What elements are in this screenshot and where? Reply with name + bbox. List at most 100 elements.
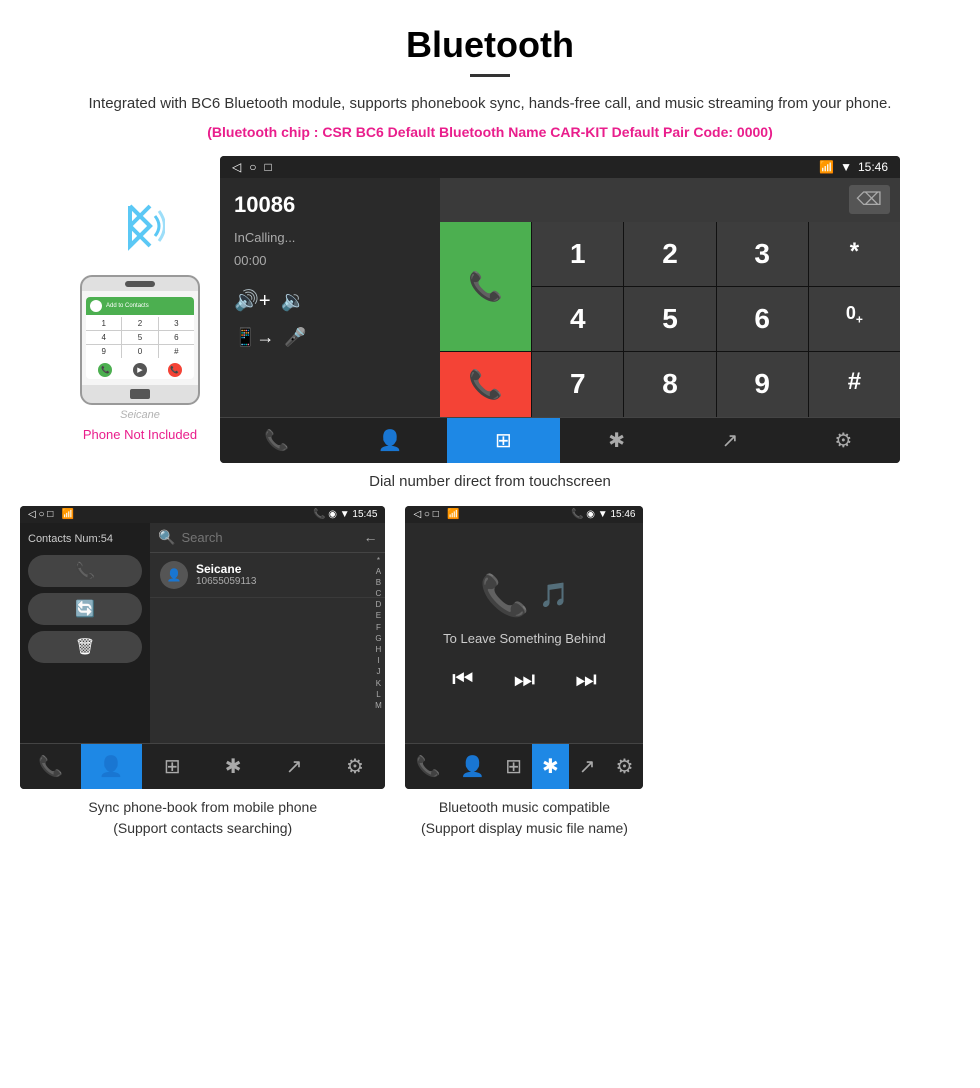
music-phone-icon: 📞 [480,572,530,619]
music-nav-contacts[interactable]: 👤 [450,744,495,789]
music-note-icon: 🎵 [539,581,569,610]
statusbar-system-icons: 📶 ▼ 15:46 [819,160,888,174]
key-7[interactable]: 7 [532,352,623,417]
main-caption: Dial number direct from touchscreen [0,473,980,490]
contacts-sync-btn[interactable]: 🔄 [28,593,142,625]
music-next-button[interactable]: ⏭ [575,666,597,694]
volume-down-icon[interactable]: 🔉 [281,288,306,313]
contacts-nav-dialpad[interactable]: ⊞ [142,744,203,789]
contacts-search-bar: 🔍 ← [150,523,385,553]
music-caption: Bluetooth music compatible (Support disp… [405,797,643,839]
page-header: Bluetooth Integrated with BC6 Bluetooth … [0,0,980,156]
phone-end-button[interactable]: 📞 [168,363,182,377]
backspace-button[interactable]: ⌫ [849,185,890,214]
dial-left-panel: 10086 InCalling... 00:00 🔊+ 🔉 📱→ 🎤 [220,178,440,417]
contacts-delete-btn[interactable]: 🗑 [28,631,142,663]
phone-key-1: 1 [86,317,121,330]
contacts-statusbar: ◁ ○ □ 📶 📞 ◉ ▼ 15:45 [20,506,385,523]
dial-other-controls: 📱→ 🎤 [234,327,426,348]
music-nav-calls[interactable]: 📞 [405,744,450,789]
music-nav-dialpad[interactable]: ⊞ [495,744,532,789]
dial-input-field[interactable] [450,184,841,216]
bluetooth-icon [115,196,165,265]
dial-volume-controls: 🔊+ 🔉 [234,288,426,313]
contact-number: 10655059113 [196,576,256,587]
music-body: 📞 🎵 To Leave Something Behind ⏮ ⏭ ⏭ [405,523,643,743]
contacts-screenshot: ◁ ○ □ 📶 📞 ◉ ▼ 15:45 Contacts Num:54 📞 🔄 … [20,506,385,789]
contacts-main: 🔍 ← 👤 Seicane 10655059113 *ABCDE [150,523,385,743]
dial-status: InCalling... [234,230,426,245]
music-nav-bluetooth[interactable]: ✱ [532,744,569,789]
key-0plus[interactable]: 0+ [809,287,900,351]
page-title: Bluetooth [80,24,900,66]
contacts-alpha-index: *ABCDE FGHIJK LM [371,553,385,743]
bottom-screenshots-row: ◁ ○ □ 📶 📞 ◉ ▼ 15:45 Contacts Num:54 📞 🔄 … [0,506,980,839]
key-6[interactable]: 6 [717,287,808,351]
contact-item[interactable]: 👤 Seicane 10655059113 [150,553,385,598]
contacts-nav-calls[interactable]: 📞 [20,744,81,789]
key-9[interactable]: 9 [717,352,808,417]
music-play-button[interactable]: ⏭ [514,666,536,694]
key-8[interactable]: 8 [624,352,715,417]
header-specs: (Bluetooth chip : CSR BC6 Default Blueto… [80,124,900,140]
contacts-call-btn[interactable]: 📞 [28,555,142,587]
contacts-nav-contacts[interactable]: 👤 [81,744,142,789]
nav-contacts[interactable]: 👤 [333,418,446,463]
nav-dialpad[interactable]: ⊞ [447,418,560,463]
music-icon-area: 📞 🎵 [480,572,570,619]
contacts-bottom-nav: 📞 👤 ⊞ ✱ ↗ ⚙ [20,743,385,789]
music-prev-button[interactable]: ⏮ [452,666,474,694]
music-statusbar: ◁ ○ □ 📶 📞 ◉ ▼ 15:46 [405,506,643,523]
contacts-search-input[interactable] [181,530,357,545]
mic-icon[interactable]: 🎤 [284,327,306,348]
phone-image: Add to Contacts 1 2 3 4 5 6 9 0 # 📞 [80,275,200,405]
phone-video-button[interactable]: ▶ [133,363,147,377]
key-2[interactable]: 2 [624,222,715,286]
key-1[interactable]: 1 [532,222,623,286]
signal-icon: 📶 [819,160,834,174]
nav-transfer[interactable]: ↗ [673,418,786,463]
contacts-nav-transfer[interactable]: ↗ [264,744,325,789]
transfer-icon[interactable]: 📱→ [234,327,274,348]
key-star[interactable]: * [809,222,900,286]
key-5[interactable]: 5 [624,287,715,351]
contact-info: Seicane 10655059113 [196,562,256,587]
search-icon: 🔍 [158,529,175,546]
phone-key-8: 0 [122,345,157,358]
main-content-row: Add to Contacts 1 2 3 4 5 6 9 0 # 📞 [0,156,980,463]
recents-icon: □ [264,160,271,174]
time-display: 15:46 [858,160,888,174]
phone-add-contact-label: Add to Contacts [106,303,149,309]
music-nav-settings[interactable]: ⚙ [606,744,644,789]
end-call-button[interactable]: 📞 [440,352,531,417]
home-icon: ○ [249,160,256,174]
seicane-watermark: Seicane [120,409,160,421]
dial-screenshot: ◁ ○ □ 📶 ▼ 15:46 10086 InCalling... 00:00… [220,156,900,463]
contacts-count: Contacts Num:54 [28,533,142,545]
contacts-search-backspace[interactable]: ← [363,529,377,545]
nav-settings[interactable]: ⚙ [787,418,900,463]
nav-calls[interactable]: 📞 [220,418,333,463]
phone-mockup: Add to Contacts 1 2 3 4 5 6 9 0 # 📞 [80,196,200,442]
call-button[interactable]: 📞 [440,222,531,351]
phone-key-4: 4 [86,331,121,344]
phone-key-3: 3 [159,317,194,330]
contact-name: Seicane [196,562,256,576]
contacts-body: Contacts Num:54 📞 🔄 🗑 🔍 ← 👤 S [20,523,385,743]
contacts-nav-bluetooth[interactable]: ✱ [203,744,264,789]
phone-call-button[interactable]: 📞 [98,363,112,377]
wifi-icon: ▼ [840,160,852,174]
music-controls: ⏮ ⏭ ⏭ [452,666,597,694]
music-nav-transfer[interactable]: ↗ [569,744,606,789]
nav-bluetooth[interactable]: ✱ [560,418,673,463]
music-song-title: To Leave Something Behind [443,631,606,646]
key-3[interactable]: 3 [717,222,808,286]
title-divider [470,74,510,77]
contacts-sidebar: Contacts Num:54 📞 🔄 🗑 [20,523,150,743]
music-bottom-nav: 📞 👤 ⊞ ✱ ↗ ⚙ [405,743,643,789]
dial-timer: 00:00 [234,253,426,268]
contacts-nav-settings[interactable]: ⚙ [325,744,386,789]
key-4[interactable]: 4 [532,287,623,351]
volume-up-icon[interactable]: 🔊+ [234,288,271,313]
key-hash[interactable]: # [809,352,900,417]
